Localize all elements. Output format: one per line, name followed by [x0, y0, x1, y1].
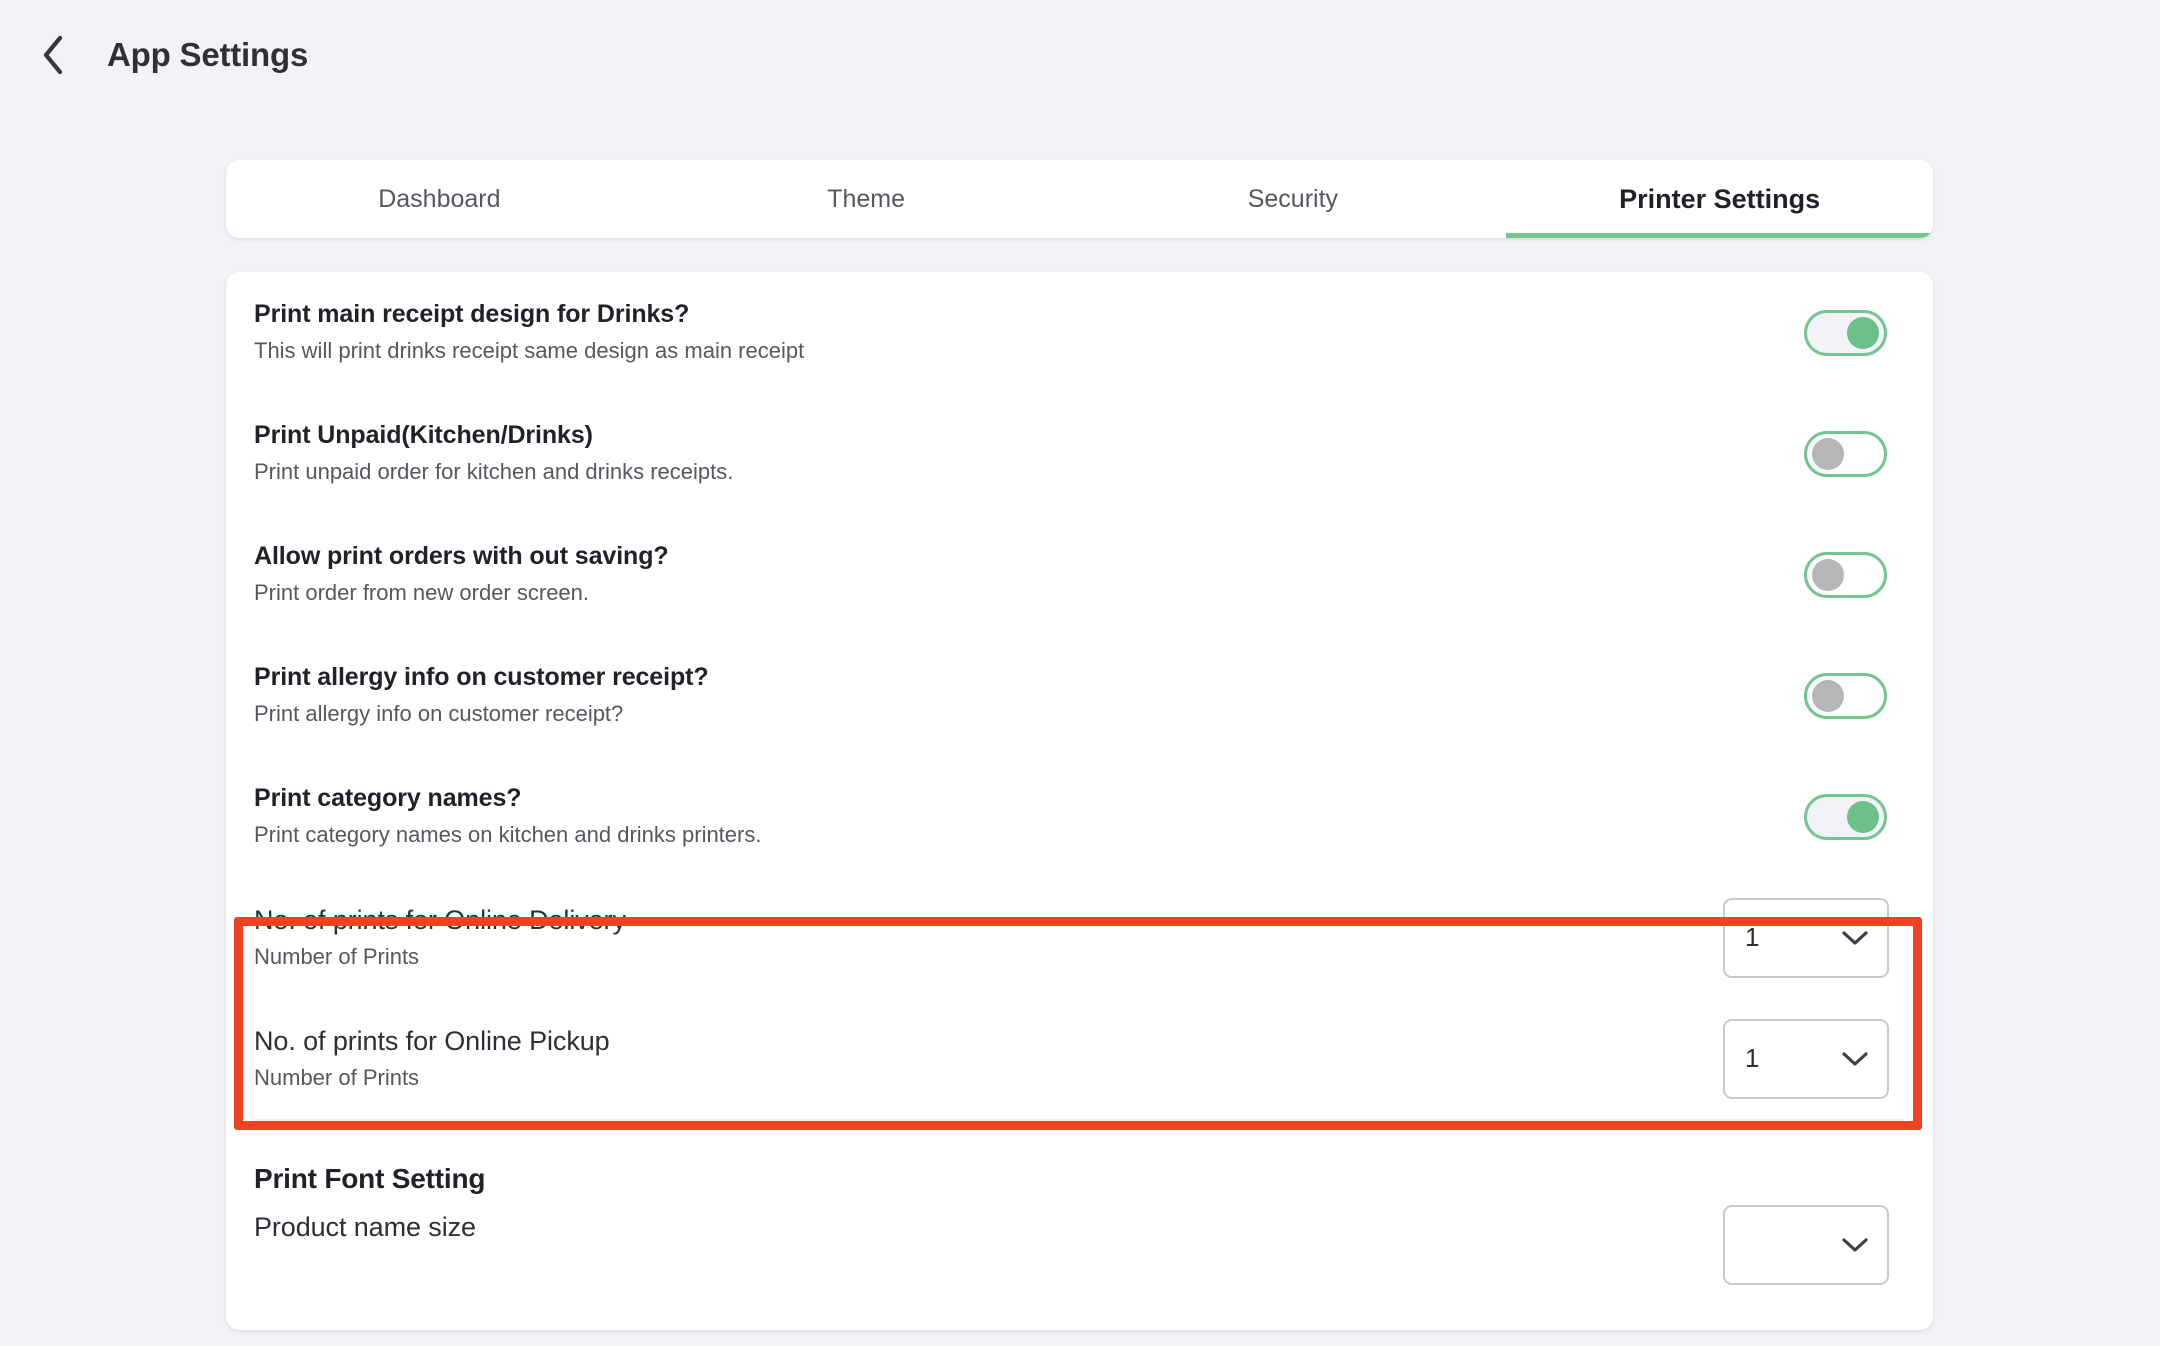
select-prints-online-delivery[interactable]: 1 [1723, 897, 1889, 978]
select-value: 1 [1745, 922, 1760, 952]
toggle-allow-print-orders-without-saving[interactable] [1804, 551, 1887, 598]
setting-description: Print unpaid order for kitchen and drink… [254, 459, 734, 485]
top-bar: App Settings [0, 0, 2160, 110]
setting-title: Print category names? [254, 784, 522, 813]
tab-label: Printer Settings [1619, 183, 1821, 214]
tab-label: Dashboard [378, 184, 501, 213]
back-button[interactable] [26, 28, 80, 82]
row-text: Print Unpaid(Kitchen/Drinks) Print unpai… [254, 420, 1804, 487]
tab-printer-settings[interactable]: Printer Settings [1506, 160, 1933, 238]
setting-description: This will print drinks receipt same desi… [254, 338, 805, 364]
row-text: Product name size [254, 1195, 1723, 1245]
chevron-down-icon [1841, 1050, 1869, 1068]
settings-tab-bar: Dashboard Theme Security Printer Setting… [226, 160, 1933, 238]
setting-title: No. of prints for Online Pickup [254, 1025, 610, 1056]
row-text: Print category names? Print category nam… [254, 783, 1804, 850]
select-value: 1 [1745, 1043, 1760, 1073]
toggle-knob [1812, 679, 1844, 712]
setting-row-prints-online-pickup: No. of prints for Online Pickup Number o… [254, 998, 1905, 1119]
tab-label: Security [1247, 184, 1339, 213]
select-prints-online-pickup[interactable]: 1 [1723, 1018, 1889, 1099]
setting-row-prints-online-delivery: No. of prints for Online Delivery Number… [254, 877, 1905, 998]
setting-row-print-unpaid-kitchen-drinks: Print Unpaid(Kitchen/Drinks) Print unpai… [254, 393, 1905, 514]
toggle-knob [1812, 437, 1844, 470]
tab-label: Theme [827, 184, 906, 213]
setting-row-print-main-receipt-design-for-drinks: Print main receipt design for Drinks? Th… [254, 272, 1905, 393]
row-text: Print main receipt design for Drinks? Th… [254, 299, 1804, 366]
row-text: Print allergy info on customer receipt? … [254, 662, 1804, 729]
setting-row-allow-print-orders-without-saving: Allow print orders with out saving? Prin… [254, 514, 1905, 635]
toggle-print-unpaid-kitchen-drinks[interactable] [1804, 430, 1887, 477]
setting-description: Number of Prints [254, 943, 420, 969]
setting-description: Print category names on kitchen and drin… [254, 822, 762, 848]
setting-row-product-name-size: Product name size [254, 1195, 1905, 1285]
tab-theme[interactable]: Theme [653, 160, 1080, 238]
setting-description: Number of Prints [254, 1064, 420, 1090]
toggle-knob [1847, 316, 1879, 349]
select-product-name-size[interactable] [1723, 1205, 1889, 1285]
setting-title: Allow print orders with out saving? [254, 542, 669, 571]
setting-title: Print main receipt design for Drinks? [254, 300, 690, 329]
setting-description: Print allergy info on customer receipt? [254, 701, 624, 727]
chevron-left-icon [40, 34, 66, 76]
toggle-print-category-names[interactable] [1804, 793, 1887, 840]
setting-title: Print allergy info on customer receipt? [254, 663, 709, 692]
toggle-knob [1812, 558, 1844, 591]
setting-title: No. of prints for Online Delivery [254, 904, 626, 935]
setting-row-print-category-names: Print category names? Print category nam… [254, 756, 1905, 877]
toggle-print-main-receipt-design-for-drinks[interactable] [1804, 309, 1887, 356]
toggle-knob [1847, 800, 1879, 833]
setting-description: Print order from new order screen. [254, 580, 590, 606]
chevron-down-icon [1841, 929, 1869, 947]
tab-dashboard[interactable]: Dashboard [226, 160, 653, 238]
row-text: Allow print orders with out saving? Prin… [254, 541, 1804, 608]
setting-title: Print Unpaid(Kitchen/Drinks) [254, 421, 593, 450]
setting-row-print-allergy-info: Print allergy info on customer receipt? … [254, 635, 1905, 756]
row-text: No. of prints for Online Pickup Number o… [254, 1025, 1723, 1092]
chevron-down-icon [1841, 1236, 1869, 1254]
printer-settings-panel: Print main receipt design for Drinks? Th… [226, 272, 1933, 1330]
tab-security[interactable]: Security [1080, 160, 1507, 238]
page-title: App Settings [107, 36, 309, 73]
setting-title: Product name size [254, 1212, 476, 1242]
print-font-setting-heading: Print Font Setting [254, 1163, 486, 1194]
row-text: No. of prints for Online Delivery Number… [254, 904, 1723, 971]
toggle-print-allergy-info[interactable] [1804, 672, 1887, 719]
